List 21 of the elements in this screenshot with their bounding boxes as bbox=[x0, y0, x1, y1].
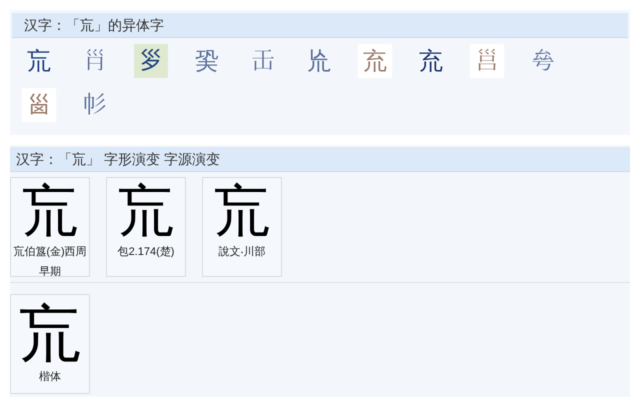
variant-character[interactable]: 𢁘 bbox=[78, 88, 112, 122]
variant-character[interactable]: 𡿺 bbox=[22, 88, 56, 122]
glyph-image: 巟 bbox=[19, 303, 81, 365]
variant-character[interactable]: 𡿩 bbox=[78, 44, 112, 78]
variant-character[interactable]: 㐬 bbox=[358, 44, 392, 78]
glyph-caption: 包2.174(楚) bbox=[116, 245, 176, 260]
glyph-image: 巟 bbox=[118, 184, 174, 240]
variant-character[interactable]: 㠩 bbox=[302, 44, 336, 78]
variant-character[interactable]: 㐬 bbox=[414, 44, 448, 78]
glyph-image: 巟 bbox=[22, 184, 78, 240]
variant-character[interactable]: 𡿷 bbox=[470, 44, 504, 78]
glyph-caption: 楷体 bbox=[38, 370, 62, 385]
glyph-caption: 說文‧川部 bbox=[218, 244, 266, 260]
glyph-image: 巟 bbox=[214, 184, 270, 240]
panel-title: 汉字：「巟」 字形演变 字源演变 bbox=[16, 150, 220, 168]
variant-character[interactable]: 𡿪 bbox=[134, 44, 168, 78]
variant-character[interactable]: 𠙻 bbox=[246, 44, 280, 78]
panel-title: 汉字：「巟」的异体字 bbox=[24, 16, 164, 34]
variant-character[interactable]: 㠫 bbox=[190, 44, 224, 78]
variant-character[interactable]: 𠫫 bbox=[526, 44, 560, 78]
variant-character[interactable]: 巟 bbox=[22, 44, 56, 78]
